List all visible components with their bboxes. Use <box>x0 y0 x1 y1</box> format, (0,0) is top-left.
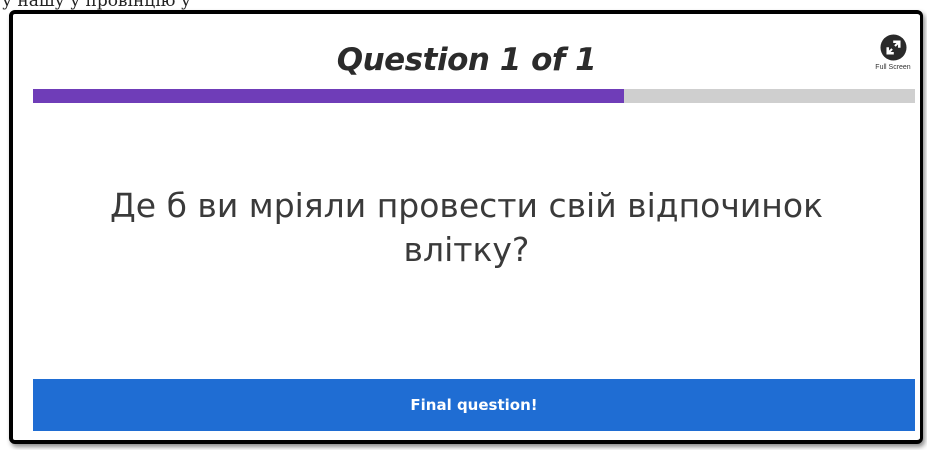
expand-icon <box>879 34 907 61</box>
question-text: Де б ви мріяли провести свій відпочинок … <box>110 186 823 269</box>
full-screen-label: Full Screen <box>875 64 911 71</box>
progress-bar-fill <box>33 89 624 103</box>
final-question-bar[interactable]: Final question! <box>33 379 915 431</box>
progress-bar <box>33 89 915 103</box>
quiz-window: Question 1 of 1 Full Screen Де б ви мрія… <box>9 10 923 444</box>
full-screen-button[interactable]: Full Screen <box>868 34 918 71</box>
question-counter-title: Question 1 of 1 <box>336 42 597 78</box>
